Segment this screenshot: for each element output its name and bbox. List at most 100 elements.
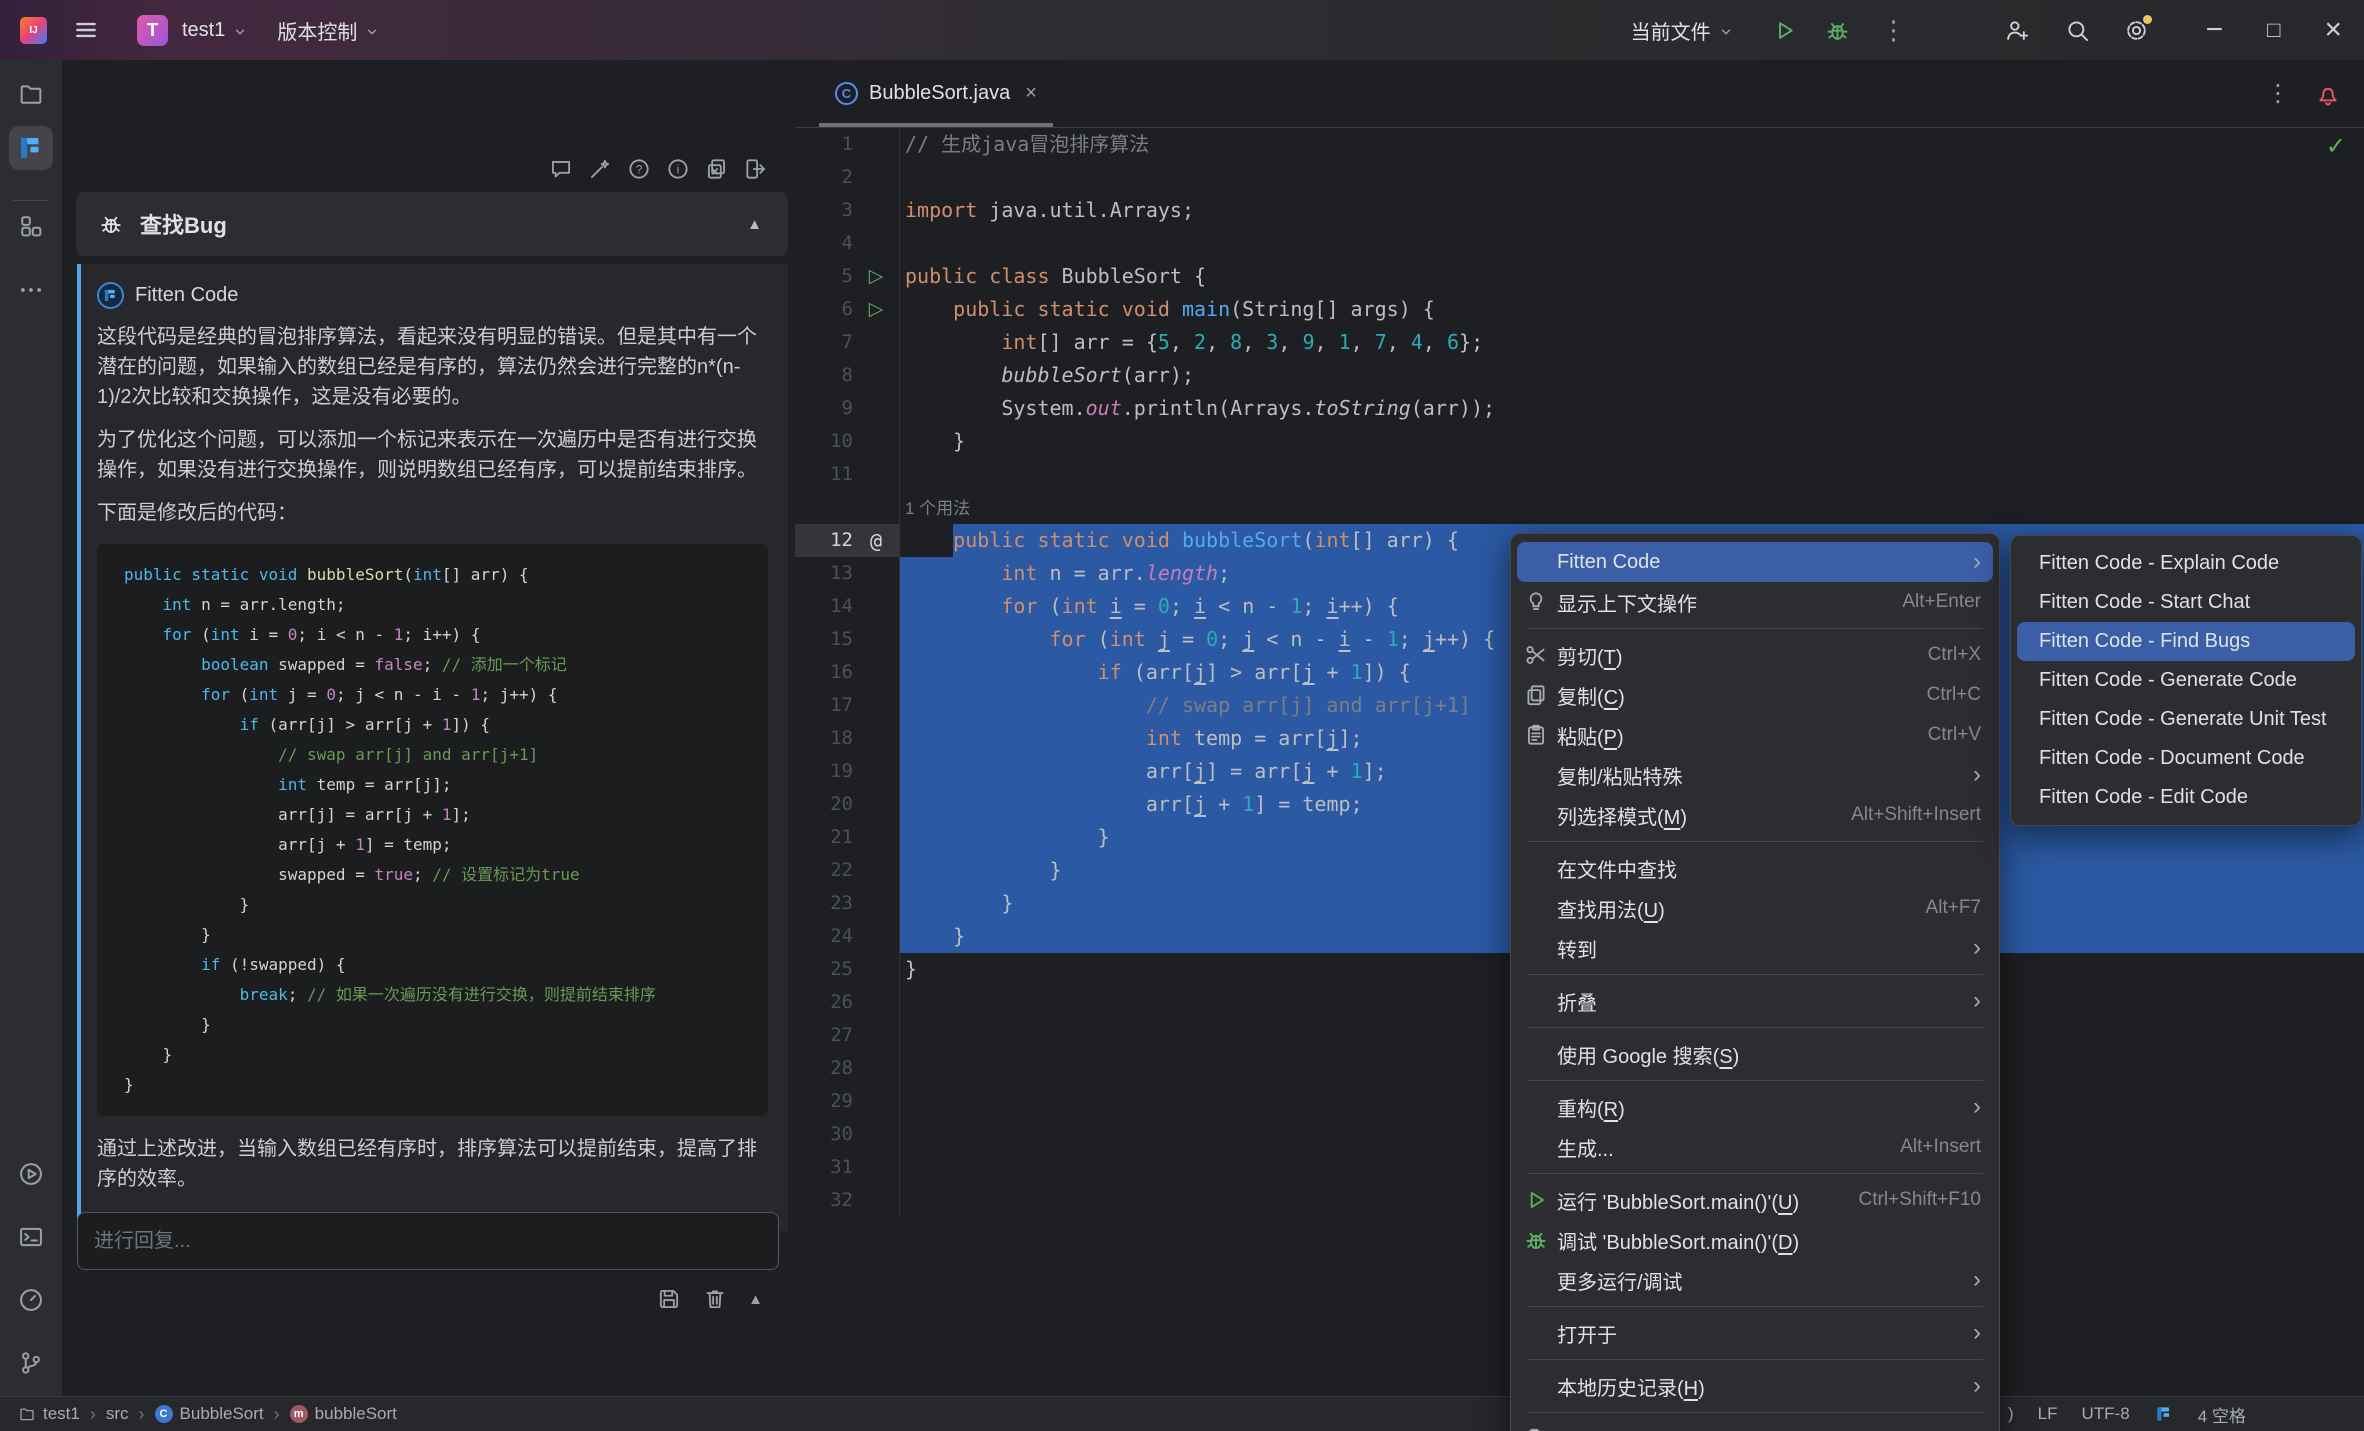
menu-item[interactable]: 更多运行/调试› bbox=[1517, 1260, 1993, 1300]
wand-icon[interactable] bbox=[587, 156, 613, 182]
submenu-item[interactable]: Fitten Code - Edit Code bbox=[2017, 778, 2355, 817]
help-icon[interactable]: ? bbox=[626, 156, 652, 182]
submenu-arrow-icon: › bbox=[1973, 989, 1981, 1013]
menu-item-label: 与剪贴板比较(B) bbox=[1557, 1425, 1981, 1431]
status-item[interactable]: 4 空格 bbox=[2198, 1402, 2246, 1427]
breadcrumb-src[interactable]: src bbox=[106, 1404, 129, 1424]
editor-line-11[interactable]: 11 bbox=[795, 458, 2364, 491]
collapse-input-icon[interactable]: ▲ bbox=[748, 1291, 763, 1308]
minimize-button[interactable]: − bbox=[2206, 13, 2224, 47]
run-gutter-icon[interactable]: ▷ bbox=[853, 293, 899, 326]
more-tools-icon[interactable] bbox=[17, 276, 45, 304]
close-tab-icon[interactable]: × bbox=[1025, 82, 1037, 105]
breadcrumb-bubbleSort[interactable]: mbubbleSort bbox=[290, 1404, 397, 1424]
gutter-marker[interactable]: @ bbox=[853, 524, 899, 557]
editor-line-4[interactable]: 4 bbox=[795, 227, 2364, 260]
git-tool-icon[interactable] bbox=[17, 1349, 45, 1377]
menu-item[interactable]: 本地历史记录(H)› bbox=[1517, 1366, 1993, 1406]
status-item[interactable]: UTF-8 bbox=[2082, 1404, 2130, 1424]
project-tool-icon[interactable] bbox=[17, 80, 45, 108]
menu-item[interactable]: 生成...Alt+Insert bbox=[1517, 1127, 1993, 1167]
usages-inlay-row[interactable]: 1 个用法 bbox=[795, 491, 2364, 524]
menu-item[interactable]: 打开于› bbox=[1517, 1313, 1993, 1353]
menu-item[interactable]: 复制(C)Ctrl+C bbox=[1517, 675, 1993, 715]
status-item[interactable]: LF bbox=[2038, 1404, 2058, 1424]
project-switcher[interactable]: test1 bbox=[182, 19, 247, 42]
comment-icon[interactable] bbox=[548, 156, 574, 182]
profiler-tool-icon[interactable] bbox=[17, 1286, 45, 1314]
menu-shortcut: Alt+Shift+Insert bbox=[1851, 804, 1981, 826]
menu-item[interactable]: Fitten Code› bbox=[1517, 542, 1993, 582]
message-paragraph: 下面是修改后的代码： bbox=[97, 498, 768, 528]
search-everywhere-icon[interactable] bbox=[2064, 17, 2091, 44]
more-actions-icon[interactable]: ⋮ bbox=[1881, 15, 1907, 46]
line-number: 19 bbox=[795, 755, 853, 788]
submenu-item[interactable]: Fitten Code - Start Chat bbox=[2017, 583, 2355, 622]
menu-item[interactable]: 在文件中查找 bbox=[1517, 848, 1993, 888]
submenu-item[interactable]: Fitten Code - Generate Unit Test bbox=[2017, 700, 2355, 739]
breadcrumb-separator: › bbox=[90, 1404, 96, 1425]
menu-item[interactable]: 与剪贴板比较(B) bbox=[1517, 1419, 1993, 1431]
trash-icon[interactable] bbox=[702, 1286, 728, 1312]
editor-line-2[interactable]: 2 bbox=[795, 161, 2364, 194]
line-number: 3 bbox=[795, 194, 853, 227]
copy-close-icon[interactable] bbox=[704, 156, 730, 182]
menu-item[interactable]: 列选择模式(M)Alt+Shift+Insert bbox=[1517, 795, 1993, 835]
editor-line-3[interactable]: 3import java.util.Arrays; bbox=[795, 194, 2364, 227]
fitten-code-status-icon[interactable] bbox=[2154, 1404, 2174, 1424]
menu-item[interactable]: 剪切(T)Ctrl+X bbox=[1517, 635, 1993, 675]
find-bugs-header[interactable]: 查找Bug ▲ bbox=[76, 192, 788, 256]
info-icon[interactable]: i bbox=[665, 156, 691, 182]
menu-item[interactable]: 复制/粘贴特殊› bbox=[1517, 755, 1993, 795]
breadcrumb-BubbleSort[interactable]: CBubbleSort bbox=[155, 1404, 264, 1424]
debug-button[interactable] bbox=[1824, 17, 1851, 44]
menu-item[interactable]: 转到› bbox=[1517, 928, 1993, 968]
menu-item[interactable]: 重构(R)› bbox=[1517, 1087, 1993, 1127]
status-item[interactable]: ) bbox=[2008, 1404, 2014, 1424]
tab-options-icon[interactable]: ⋮ bbox=[2266, 79, 2290, 108]
main-menu-icon[interactable] bbox=[73, 17, 99, 43]
menu-item[interactable]: 查找用法(U)Alt+F7 bbox=[1517, 888, 1993, 928]
menu-item[interactable]: 使用 Google 搜索(S) bbox=[1517, 1034, 1993, 1074]
maximize-button[interactable]: □ bbox=[2267, 17, 2280, 43]
run-button[interactable] bbox=[1771, 17, 1798, 44]
menu-item[interactable]: 显示上下文操作Alt+Enter bbox=[1517, 582, 1993, 622]
menu-item[interactable]: 运行 'BubbleSort.main()'(U)Ctrl+Shift+F10 bbox=[1517, 1180, 1993, 1220]
menu-item[interactable]: 调试 'BubbleSort.main()'(D) bbox=[1517, 1220, 1993, 1260]
save-icon[interactable] bbox=[656, 1286, 682, 1312]
menu-item[interactable]: 折叠› bbox=[1517, 981, 1993, 1021]
editor-line-6[interactable]: 6▷ public static void main(String[] args… bbox=[795, 293, 2364, 326]
tab-bubblesort-java[interactable]: C BubbleSort.java × bbox=[819, 60, 1053, 127]
code-with-me-icon[interactable] bbox=[2003, 17, 2030, 44]
run-tool-icon[interactable] bbox=[17, 1160, 45, 1188]
editor-line-5[interactable]: 5▷public class BubbleSort { bbox=[795, 260, 2364, 293]
notifications-bell-icon[interactable] bbox=[2314, 80, 2342, 108]
close-button[interactable]: × bbox=[2324, 13, 2342, 47]
fitten-code-tool-active[interactable] bbox=[9, 126, 53, 170]
fitten-code-icon bbox=[16, 133, 46, 163]
breadcrumb-label: test1 bbox=[43, 1404, 80, 1424]
breadcrumb-test1[interactable]: test1 bbox=[18, 1404, 80, 1424]
submenu-item[interactable]: Fitten Code - Find Bugs bbox=[2017, 622, 2355, 661]
run-configuration-selector[interactable]: 当前文件 bbox=[1631, 16, 1733, 45]
menu-item[interactable]: 粘贴(P)Ctrl+V bbox=[1517, 715, 1993, 755]
run-gutter-icon[interactable]: ▷ bbox=[853, 260, 899, 293]
menu-separator bbox=[1527, 1306, 1983, 1307]
editor-line-9[interactable]: 9 System.out.println(Arrays.toString(arr… bbox=[795, 392, 2364, 425]
editor-line-10[interactable]: 10 } bbox=[795, 425, 2364, 458]
settings-gear-icon[interactable] bbox=[2123, 17, 2150, 44]
project-avatar[interactable]: T bbox=[137, 15, 168, 46]
vcs-widget[interactable]: 版本控制 bbox=[277, 16, 379, 45]
submenu-item[interactable]: Fitten Code - Explain Code bbox=[2017, 544, 2355, 583]
structure-tool-icon[interactable] bbox=[17, 212, 45, 240]
terminal-tool-icon[interactable] bbox=[17, 1223, 45, 1251]
reply-input[interactable] bbox=[77, 1212, 779, 1270]
editor-line-8[interactable]: 8 bubbleSort(arr); bbox=[795, 359, 2364, 392]
collapse-icon[interactable]: ▲ bbox=[747, 216, 762, 233]
editor-line-7[interactable]: 7 int[] arr = {5, 2, 8, 3, 9, 1, 7, 4, 6… bbox=[795, 326, 2364, 359]
submenu-item-label: Fitten Code - Start Chat bbox=[2039, 591, 2343, 614]
exit-panel-icon[interactable] bbox=[743, 156, 769, 182]
editor-line-1[interactable]: 1// 生成java冒泡排序算法 bbox=[795, 128, 2364, 161]
submenu-item[interactable]: Fitten Code - Generate Code bbox=[2017, 661, 2355, 700]
submenu-item[interactable]: Fitten Code - Document Code bbox=[2017, 739, 2355, 778]
